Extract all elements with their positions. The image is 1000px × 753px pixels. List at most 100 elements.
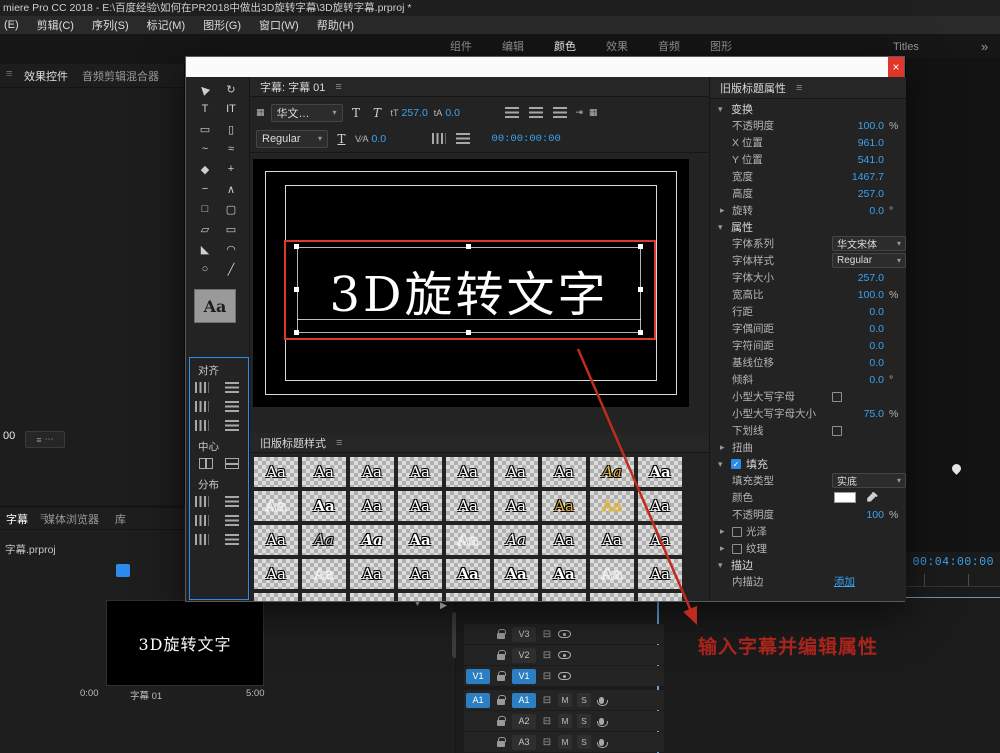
style-swatch[interactable]: Aa (446, 457, 490, 487)
property-dropdown[interactable]: 实底▾ (832, 473, 906, 488)
overflow-chevrons-icon[interactable]: » (981, 39, 988, 54)
property-checkbox[interactable] (732, 527, 742, 537)
dialog-titlebar[interactable]: × (186, 57, 904, 77)
wedge-tool[interactable]: ◣ (192, 239, 218, 259)
property-value[interactable]: 257.0 (832, 272, 884, 284)
window-titlebar[interactable]: miere Pro CC 2018 - E:\百度经验\如何在PR2018中做出… (0, 0, 1000, 16)
style-swatch[interactable]: Aa (398, 457, 442, 487)
property-value[interactable]: 75.0 (832, 408, 884, 420)
style-swatch[interactable]: Aa (542, 491, 586, 521)
microphone-icon[interactable] (599, 739, 604, 746)
style-swatch[interactable]: Aa (494, 491, 538, 521)
fill-color-swatch[interactable] (834, 492, 856, 503)
ellipse-tool[interactable]: ○ (192, 259, 218, 279)
property-value[interactable]: 0.0 (832, 323, 884, 335)
style-swatch[interactable]: Aa (446, 559, 490, 589)
rectangle-tool[interactable]: □ (192, 199, 218, 219)
rounded-corner-rectangle-tool[interactable]: ▢ (218, 199, 244, 219)
style-swatch[interactable]: Aa (638, 457, 682, 487)
area-type-tool[interactable]: ▭ (192, 119, 218, 139)
disclosure-icon[interactable]: ▸ (720, 543, 728, 554)
selection-handle[interactable] (638, 330, 643, 335)
kerning-control[interactable]: V∕A 0.0 (355, 133, 398, 145)
path-type-tool[interactable]: ~ (192, 139, 218, 159)
project-item-thumbnail[interactable]: 3D旋转文字 (106, 600, 264, 686)
close-button[interactable]: × (888, 57, 904, 77)
track-output-toggle-icon[interactable] (558, 672, 571, 680)
mute-button[interactable]: M (558, 693, 572, 707)
sync-lock-icon[interactable]: ⊟ (541, 737, 553, 748)
align-horizontal-right-icon[interactable] (193, 419, 211, 431)
property-dropdown[interactable]: Regular▾ (832, 253, 906, 268)
distribute-horizontal-left-icon[interactable] (193, 495, 211, 507)
vertical-area-type-tool[interactable]: ▯ (218, 119, 244, 139)
distribute-horizontal-center-icon[interactable] (193, 514, 211, 526)
align-left-icon[interactable] (503, 107, 521, 119)
disclosure-icon[interactable]: ▸ (720, 526, 728, 537)
property-checkbox[interactable] (732, 544, 742, 554)
distribute-vertical-center-icon[interactable] (223, 514, 241, 526)
fill-enabled-checkbox[interactable]: ✓ (731, 459, 741, 469)
style-swatch[interactable]: Aa (590, 593, 634, 601)
item-name[interactable]: 字幕 01 (130, 688, 162, 702)
style-swatch[interactable]: Aa (350, 491, 394, 521)
panel-tab[interactable]: 字幕 (6, 511, 28, 527)
title-canvas[interactable]: 3D旋转文字 (253, 159, 689, 407)
panel-menu-icon[interactable]: ≡ (335, 81, 341, 93)
align-vertical-top-icon[interactable] (223, 381, 241, 393)
track-lock-icon[interactable] (497, 654, 505, 660)
property-group-header[interactable]: ▾描边 (710, 557, 906, 573)
selection-handle[interactable] (638, 244, 643, 249)
style-swatch[interactable]: Aa (494, 457, 538, 487)
property-value[interactable]: 0.0 (832, 306, 884, 318)
style-swatch[interactable]: Aa (494, 525, 538, 555)
style-swatch[interactable]: Aa (446, 593, 490, 601)
property-value[interactable]: 0.0 (832, 340, 884, 352)
style-swatch[interactable]: Aa (590, 457, 634, 487)
track-name-chip[interactable]: A2 (512, 714, 536, 729)
track-lock-icon[interactable] (497, 675, 505, 681)
mute-button[interactable]: M (558, 714, 572, 728)
style-swatch[interactable]: Aa (254, 559, 298, 589)
leading-control[interactable]: tA 0.0 (434, 107, 472, 119)
show-video-icon[interactable] (454, 133, 472, 145)
property-value[interactable]: 100 (832, 509, 884, 521)
track-lock-icon[interactable] (497, 741, 505, 747)
panel-menu-icon[interactable]: ≡ (336, 437, 342, 449)
font-style-select[interactable]: Regular ▾ (256, 130, 328, 148)
clipped-corner-rectangle-tool[interactable]: ▱ (192, 219, 218, 239)
track-name-chip[interactable]: V2 (512, 648, 536, 663)
panel-menu-icon[interactable]: ≡ (40, 511, 46, 523)
background-icon[interactable]: ▦ (589, 107, 598, 118)
property-value[interactable]: 100.0 (832, 120, 884, 132)
designer-timecode[interactable]: 00:00:00:00 (492, 133, 561, 145)
style-swatch[interactable]: Aa (638, 559, 682, 589)
property-group-header[interactable]: ▾✓填充 (710, 456, 906, 472)
track-lock-icon[interactable] (497, 720, 505, 726)
style-swatch[interactable]: Aa (302, 457, 346, 487)
distribute-vertical-bottom-icon[interactable] (223, 533, 241, 545)
microphone-icon[interactable] (599, 697, 604, 704)
property-value[interactable]: 0.0 (832, 357, 884, 369)
font-browser-icon[interactable]: ▦ (256, 107, 265, 118)
style-swatch[interactable]: Aa (542, 525, 586, 555)
style-swatch[interactable]: Aa (350, 559, 394, 589)
kerning-value[interactable]: 0.0 (372, 133, 398, 145)
add-stroke-link[interactable]: 添加 (834, 574, 855, 589)
panel-tab[interactable]: 音频剪辑混合器 (82, 68, 159, 84)
property-checkbox[interactable] (832, 392, 842, 402)
solo-button[interactable]: S (577, 714, 591, 728)
style-swatch[interactable]: Aa (446, 525, 490, 555)
line-tool[interactable]: ╱ (218, 259, 244, 279)
solo-button[interactable]: S (577, 735, 591, 749)
faux-bold-button[interactable]: T (349, 104, 364, 122)
tab-stops-icon[interactable]: ⇥ (575, 107, 583, 118)
track-lock-icon[interactable] (497, 699, 505, 705)
property-dropdown[interactable]: 华文宋体▾ (832, 236, 906, 251)
arc-tool[interactable]: ◠ (218, 239, 244, 259)
distribute-horizontal-right-icon[interactable] (193, 533, 211, 545)
menu-item[interactable]: 序列(S) (92, 17, 129, 33)
style-swatch[interactable]: Aa (638, 491, 682, 521)
menu-item[interactable]: 标记(M) (147, 17, 186, 33)
track-output-toggle-icon[interactable] (558, 630, 571, 638)
